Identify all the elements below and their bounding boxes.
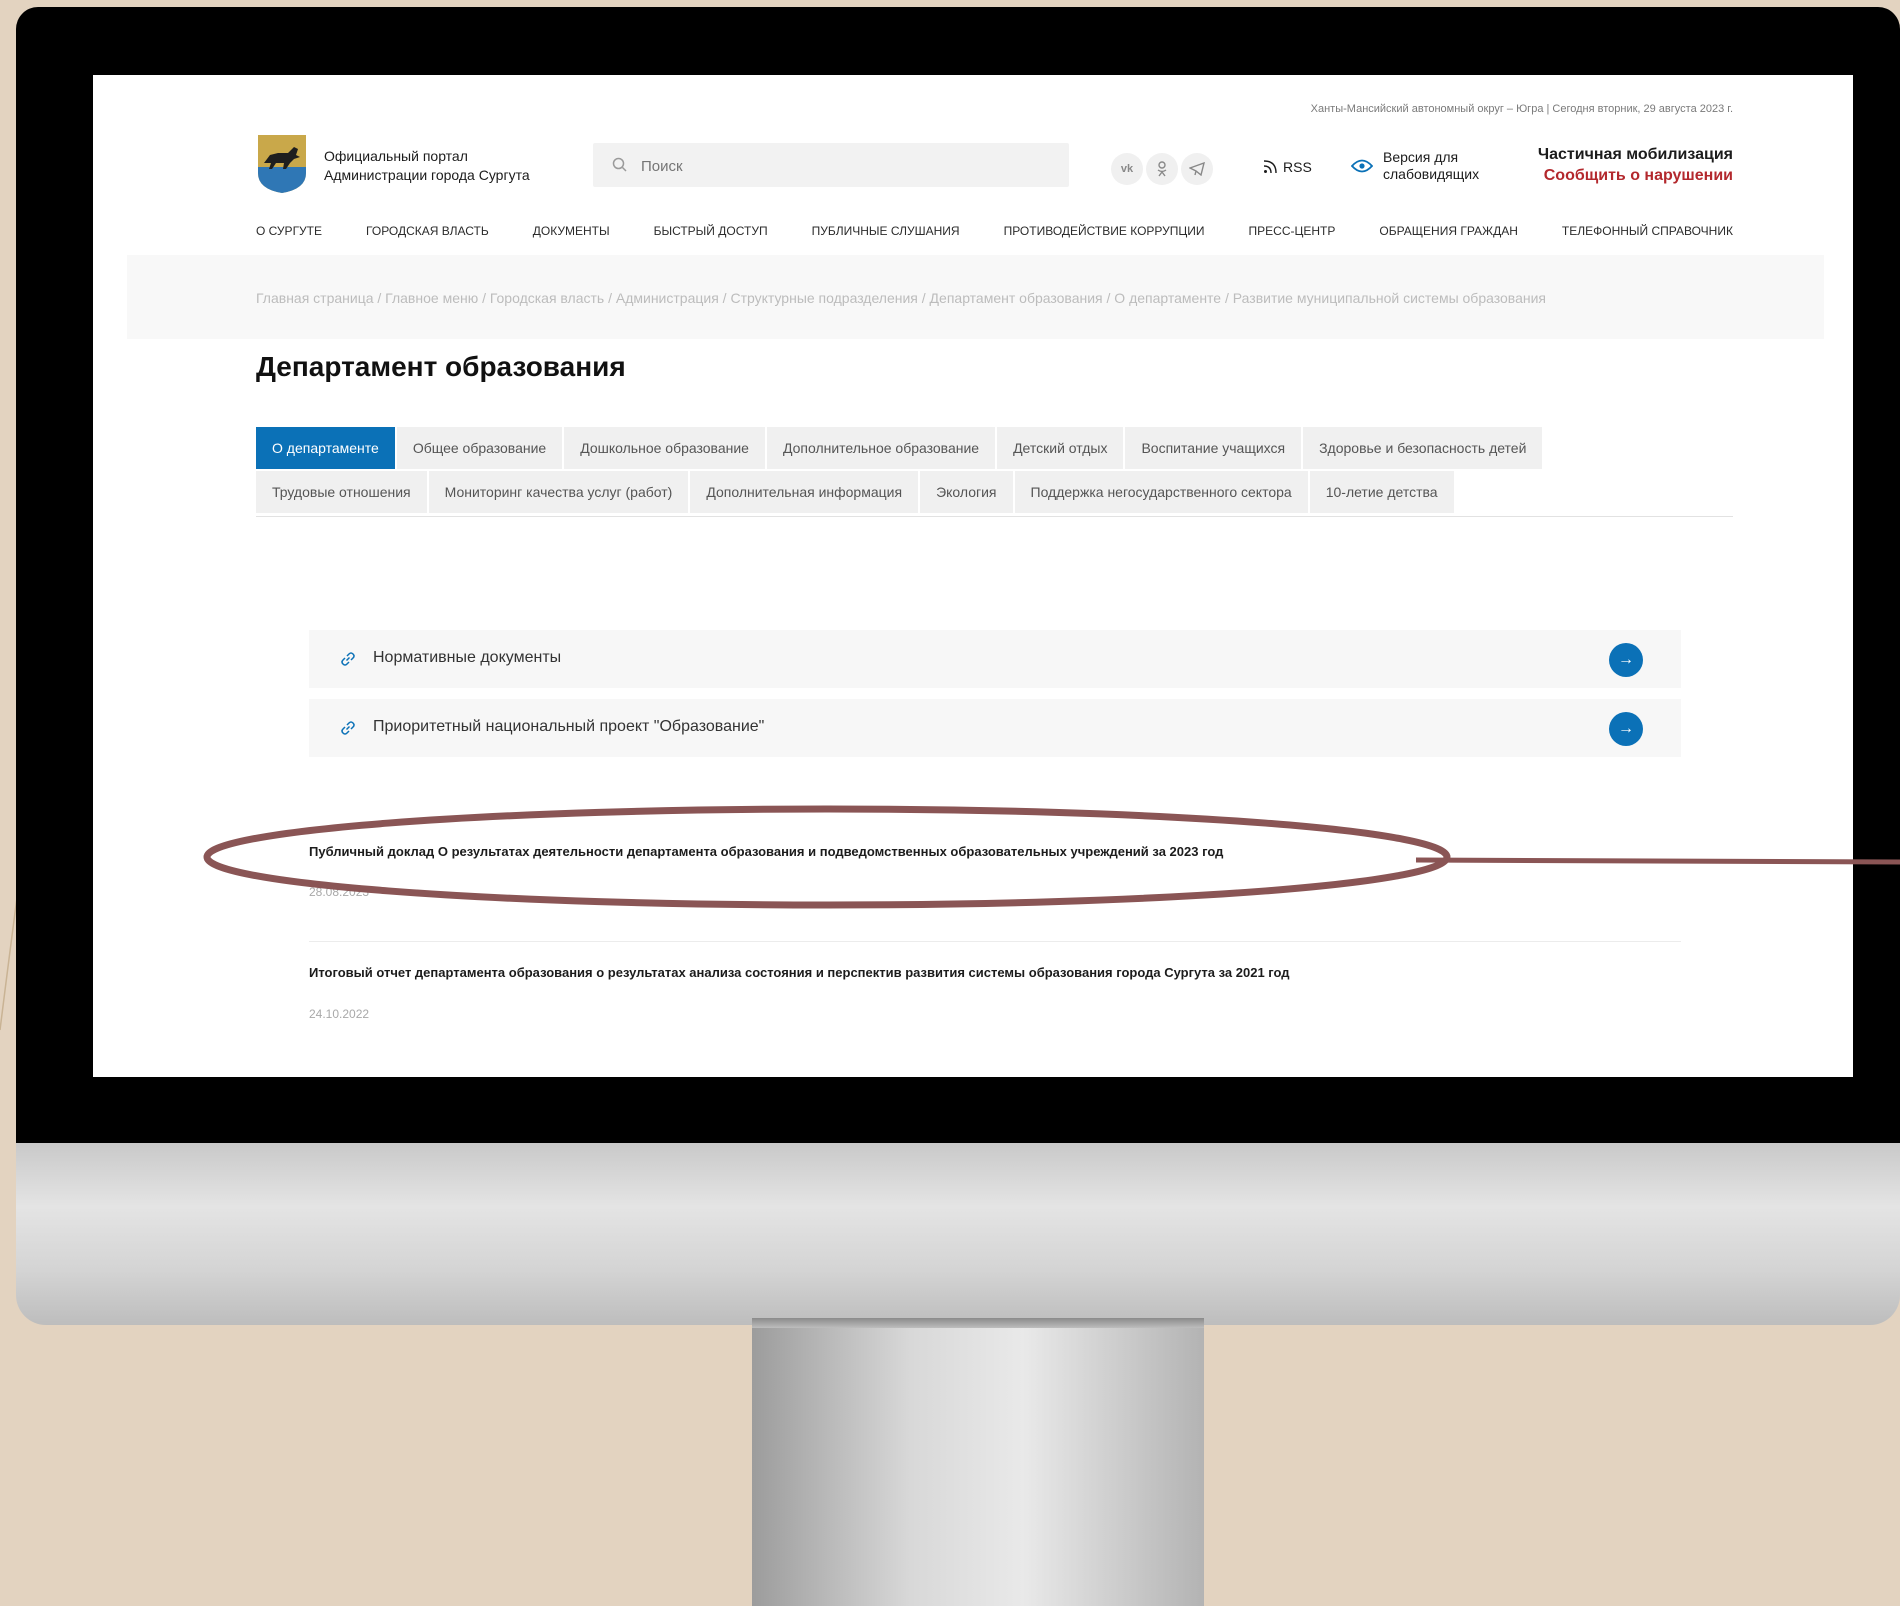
tab-general-education[interactable]: Общее образование — [396, 427, 563, 469]
region-date: Ханты-Мансийский автономный округ – Югра… — [1310, 103, 1733, 115]
document-title-final-report[interactable]: Итоговый отчет департамента образования … — [309, 965, 1290, 980]
nav-item-anti-corruption[interactable]: ПРОТИВОДЕЙСТВИЕ КОРРУПЦИИ — [1004, 224, 1205, 238]
search-box[interactable] — [593, 143, 1069, 189]
tab-additional-information[interactable]: Дополнительная информация — [690, 471, 919, 513]
nav-item-about[interactable]: О СУРГУТЕ — [256, 224, 322, 238]
arrow-right-icon[interactable]: → — [1609, 643, 1643, 677]
monitor-stand — [752, 1318, 1204, 1606]
search-icon — [612, 157, 627, 172]
browser-screen: Ханты-Мансийский автономный округ – Югра… — [93, 75, 1853, 1077]
document-divider — [309, 941, 1681, 942]
nav-item-documents[interactable]: ДОКУМЕНТЫ — [533, 224, 610, 238]
portal-title-line2: Администрации города Сургута — [324, 167, 530, 183]
main-nav: О СУРГУТЕ ГОРОДСКАЯ ВЛАСТЬ ДОКУМЕНТЫ БЫС… — [256, 224, 1733, 238]
tabs-divider — [256, 516, 1733, 517]
rss-link[interactable]: RSS — [1263, 159, 1312, 175]
vision-line1: Версия для — [1383, 149, 1459, 165]
document-date: 24.10.2022 — [309, 1007, 370, 1021]
breadcrumb[interactable]: Главная страница / Главное меню / Городс… — [256, 290, 1546, 306]
document-title-public-report[interactable]: Публичный доклад О результатах деятельно… — [309, 844, 1223, 859]
nav-item-public-hearings[interactable]: ПУБЛИЧНЫЕ СЛУШАНИЯ — [812, 224, 960, 238]
rss-icon — [1263, 160, 1277, 174]
tab-service-quality-monitoring[interactable]: Мониторинг качества услуг (работ) — [428, 471, 689, 513]
telegram-icon[interactable] — [1181, 153, 1213, 185]
portal-title-line1: Официальный портал — [324, 148, 468, 164]
monitor-stand-top — [752, 1318, 1204, 1328]
nav-item-phone-directory[interactable]: ТЕЛЕФОННЫЙ СПРАВОЧНИК — [1562, 224, 1733, 238]
tab-student-upbringing[interactable]: Воспитание учащихся — [1125, 427, 1302, 469]
report-violation-link[interactable]: Сообщить о нарушении — [1538, 165, 1733, 186]
nav-item-quick-access[interactable]: БЫСТРЫЙ ДОСТУП — [654, 224, 768, 238]
link-regulatory-documents[interactable]: Нормативные документы → — [309, 630, 1681, 688]
odnoklassniki-icon[interactable] — [1146, 153, 1178, 185]
eye-icon — [1351, 159, 1373, 173]
search-input[interactable] — [639, 143, 1063, 189]
monitor-chin — [16, 1143, 1900, 1325]
nav-item-press-center[interactable]: ПРЕСС-ЦЕНТР — [1249, 224, 1336, 238]
vk-icon[interactable]: vk — [1111, 153, 1143, 185]
document-date: 28.08.2023 — [309, 885, 370, 899]
section-tabs: О департаменте Общее образование Дошколь… — [256, 427, 1733, 515]
arrow-right-icon[interactable]: → — [1609, 712, 1643, 746]
breadcrumb-bar: Главная страница / Главное меню / Городс… — [127, 255, 1824, 339]
mobilization-link[interactable]: Частичная мобилизация — [1538, 144, 1733, 165]
tab-labor-relations[interactable]: Трудовые отношения — [256, 471, 427, 513]
rss-label: RSS — [1283, 159, 1312, 175]
link-national-project-education[interactable]: Приоритетный национальный проект "Образо… — [309, 699, 1681, 757]
nav-item-city-government[interactable]: ГОРОДСКАЯ ВЛАСТЬ — [366, 224, 489, 238]
tab-ecology[interactable]: Экология — [920, 471, 1013, 513]
tab-decade-of-childhood[interactable]: 10-летие детства — [1309, 471, 1454, 513]
city-coat-of-arms-icon[interactable] — [256, 133, 308, 195]
link-icon — [341, 652, 355, 666]
link-icon — [341, 721, 355, 735]
tab-about-department[interactable]: О департаменте — [256, 427, 395, 469]
mobilization-block: Частичная мобилизация Сообщить о нарушен… — [1538, 144, 1733, 186]
nav-item-citizen-appeals[interactable]: ОБРАЩЕНИЯ ГРАЖДАН — [1379, 224, 1518, 238]
page-title: Департамент образования — [256, 351, 626, 382]
link-label: Нормативные документы — [373, 649, 562, 666]
tab-additional-education[interactable]: Дополнительное образование — [766, 427, 996, 469]
portal-title[interactable]: Официальный портал Администрации города … — [324, 147, 530, 185]
tab-child-health-safety[interactable]: Здоровье и безопасность детей — [1303, 427, 1543, 469]
tab-nonstate-sector-support[interactable]: Поддержка негосударственного сектора — [1014, 471, 1308, 513]
vision-line2: слабовидящих — [1383, 166, 1480, 182]
tab-preschool-education[interactable]: Дошкольное образование — [564, 427, 765, 469]
link-label: Приоритетный национальный проект "Образо… — [373, 718, 765, 735]
accessibility-version-link[interactable]: Версия для слабовидящих — [1351, 149, 1479, 183]
tab-children-recreation[interactable]: Детский отдых — [997, 427, 1124, 469]
